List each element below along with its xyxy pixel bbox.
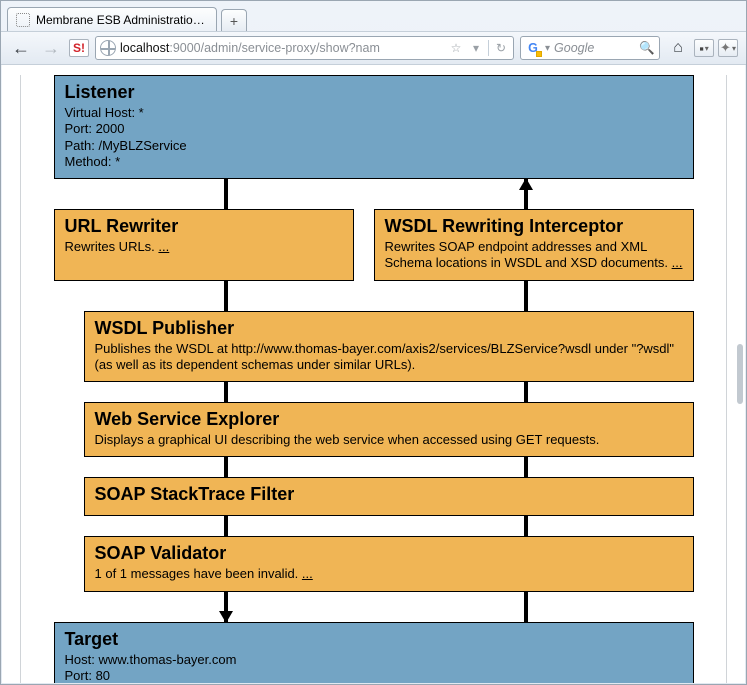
search-engine-icon[interactable]: G (525, 40, 541, 56)
flow-diagram: Listener Virtual Host: * Port: 2000 Path… (20, 75, 727, 683)
bookmark-icon: ▪ (699, 41, 704, 56)
connector-band-2 (54, 281, 694, 311)
globe-icon (100, 40, 116, 56)
browser-window: Membrane ESB Administration BLZServi... … (0, 0, 747, 685)
bookmark-star-icon[interactable]: ☆ (448, 41, 464, 55)
connector-band-1 (54, 179, 694, 209)
tab-favicon (16, 13, 30, 27)
home-icon: ⌂ (673, 39, 683, 57)
web-service-explorer-desc: Displays a graphical UI describing the w… (95, 432, 683, 448)
url-bar[interactable]: localhost:9000/admin/service-proxy/show?… (95, 36, 514, 60)
wsdl-rewriting-more-link[interactable]: ... (672, 255, 683, 270)
arrow-up-icon (519, 178, 533, 190)
stylish-button[interactable]: S! (69, 39, 89, 57)
wsdl-publisher-box[interactable]: WSDL Publisher Publishes the WSDL at htt… (84, 311, 694, 383)
url-host: localhost (120, 41, 169, 55)
content-viewport: Listener Virtual Host: * Port: 2000 Path… (2, 65, 745, 683)
connector-band-3 (54, 382, 694, 402)
listener-box[interactable]: Listener Virtual Host: * Port: 2000 Path… (54, 75, 694, 179)
wsdl-rewriting-box[interactable]: WSDL Rewriting Interceptor Rewrites SOAP… (374, 209, 694, 281)
connector-band-4 (54, 457, 694, 477)
target-details: Host: www.thomas-bayer.com Port: 80 (65, 652, 683, 684)
back-button[interactable]: ← (9, 36, 33, 60)
tab-active[interactable]: Membrane ESB Administration BLZServi... (7, 7, 217, 31)
toolbar-right: ⌂ ▪ ▾ ✦ ▾ (666, 36, 738, 60)
tab-title: Membrane ESB Administration BLZServi... (36, 13, 208, 27)
soap-stacktrace-title: SOAP StackTrace Filter (95, 484, 683, 505)
listener-details: Virtual Host: * Port: 2000 Path: /MyBLZS… (65, 105, 683, 170)
arrow-left-icon: ← (12, 38, 30, 59)
new-tab-button[interactable]: + (221, 9, 247, 31)
feed-icon: ✦ (720, 40, 731, 56)
url-rewriter-box[interactable]: URL Rewriter Rewrites URLs. ... (54, 209, 354, 281)
reload-icon[interactable]: ↻ (493, 41, 509, 55)
target-title: Target (65, 629, 683, 650)
url-rewriter-desc: Rewrites URLs. (65, 239, 159, 254)
plus-icon: + (230, 14, 238, 28)
toolbar: ← → S! localhost:9000/admin/service-prox… (1, 31, 746, 65)
arrow-right-icon: → (42, 38, 60, 59)
url-rest: :9000/admin/service-proxy/show?nam (169, 41, 380, 55)
search-placeholder: Google (554, 41, 594, 55)
soap-stacktrace-box[interactable]: SOAP StackTrace Filter (84, 477, 694, 516)
connector-band-5 (54, 516, 694, 536)
soap-validator-box[interactable]: SOAP Validator 1 of 1 messages have been… (84, 536, 694, 591)
stylish-icon: S! (73, 41, 85, 55)
web-service-explorer-title: Web Service Explorer (95, 409, 683, 430)
feeds-button[interactable]: ✦ ▾ (718, 39, 738, 57)
url-rewriter-title: URL Rewriter (65, 216, 343, 237)
search-icon[interactable]: 🔍 (639, 41, 655, 56)
soap-validator-title: SOAP Validator (95, 543, 683, 564)
bookmarks-menu-button[interactable]: ▪ ▾ (694, 39, 714, 57)
connector-band-6 (54, 592, 694, 622)
scrollbar[interactable] (737, 344, 743, 404)
soap-validator-desc: 1 of 1 messages have been invalid. (95, 566, 302, 581)
target-box[interactable]: Target Host: www.thomas-bayer.com Port: … (54, 622, 694, 684)
chevron-down-icon[interactable]: ▾ (545, 43, 550, 54)
wsdl-publisher-title: WSDL Publisher (95, 318, 683, 339)
search-box[interactable]: G ▾ Google 🔍 (520, 36, 660, 60)
wsdl-publisher-desc: Publishes the WSDL at http://www.thomas-… (95, 341, 683, 374)
tab-bar: Membrane ESB Administration BLZServi... … (1, 1, 746, 31)
url-rewriter-more-link[interactable]: ... (158, 239, 169, 254)
arrow-down-icon (219, 611, 233, 623)
web-service-explorer-box[interactable]: Web Service Explorer Displays a graphica… (84, 402, 694, 457)
listener-title: Listener (65, 82, 683, 103)
home-button[interactable]: ⌂ (666, 36, 690, 60)
soap-validator-more-link[interactable]: ... (302, 566, 313, 581)
url-dropdown-icon[interactable]: ▾ (468, 41, 484, 55)
page: Listener Virtual Host: * Port: 2000 Path… (2, 65, 745, 683)
wsdl-rewriting-title: WSDL Rewriting Interceptor (385, 216, 683, 237)
url-text: localhost:9000/admin/service-proxy/show?… (120, 41, 380, 55)
wsdl-rewriting-desc: Rewrites SOAP endpoint addresses and XML… (385, 239, 672, 270)
forward-button[interactable]: → (39, 36, 63, 60)
